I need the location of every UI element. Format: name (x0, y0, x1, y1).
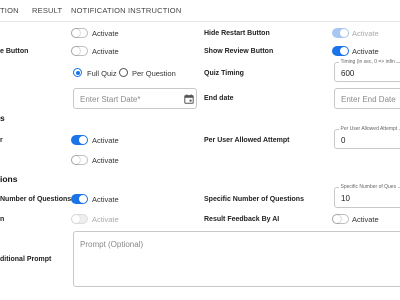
per-question-label: Per Question (132, 69, 176, 78)
calendar-icon[interactable] (184, 94, 194, 104)
additional-prompt-label: ditional Prompt (0, 256, 52, 263)
activate-label: Activate (92, 215, 119, 224)
questions-field-label: Specific Number of Ques (339, 184, 398, 190)
show-review-label: Show Review Button (204, 48, 274, 55)
section-heading: ions (0, 174, 18, 184)
tab-bar: TION RESULT NOTIFICATION INSTRUCTION (0, 0, 400, 22)
activate-label: Activate (92, 29, 119, 38)
activate-label: Activate (352, 29, 379, 38)
attempt-left-label: r (0, 137, 3, 144)
left-review-toggle[interactable] (71, 46, 88, 56)
left-row1-toggle[interactable] (71, 28, 88, 38)
activate-label: Activate (92, 195, 119, 204)
tab-instruction[interactable]: INSTRUCTION (128, 6, 181, 15)
activate-label: Activate (92, 136, 119, 145)
questions-field[interactable]: 10 (334, 187, 400, 208)
questions-value: 10 (341, 194, 350, 203)
end-date-label: End date (204, 95, 234, 102)
hide-restart-toggle[interactable] (332, 28, 349, 38)
activate-label: Activate (352, 47, 379, 56)
result-feedback-ai-label: Result Feedback By AI (204, 216, 280, 223)
start-date-placeholder: Enter Start Date* (80, 95, 141, 104)
tab-question[interactable]: TION (0, 6, 19, 15)
review-left-label: e Button (0, 48, 29, 55)
start-date-input[interactable]: Enter Start Date* (73, 88, 197, 109)
tab-notification[interactable]: NOTIFICATION (71, 6, 126, 15)
left-extra-toggle[interactable] (71, 155, 88, 165)
left-ai-toggle[interactable] (71, 214, 88, 224)
per-question-radio[interactable] (119, 68, 128, 77)
per-user-attempt-label: Per User Allowed Attempt (204, 137, 290, 144)
attempt-field-label: Per User Allowed Attempt (339, 126, 399, 132)
prompt-textarea[interactable]: Prompt (Optional) (73, 231, 400, 287)
activate-label: Activate (92, 156, 119, 165)
activate-label: Activate (92, 47, 119, 56)
left-attempt-toggle[interactable] (71, 135, 88, 145)
full-quiz-radio[interactable] (73, 68, 82, 77)
show-review-toggle[interactable] (332, 46, 349, 56)
result-feedback-ai-toggle[interactable] (332, 214, 349, 224)
quiz-timing-label: Quiz Timing (204, 70, 244, 77)
timing-field[interactable]: 600 (334, 62, 400, 82)
questions-left-label: Number of Questions (0, 196, 72, 203)
end-date-placeholder: Enter End Date (341, 95, 396, 104)
timing-field-label: Timing (in sec, 0 => infin (339, 59, 397, 65)
specific-questions-label: Specific Number of Questions (204, 196, 304, 203)
hide-restart-label: Hide Restart Button (204, 30, 270, 37)
attempt-value: 0 (341, 136, 346, 145)
prompt-placeholder: Prompt (Optional) (80, 240, 144, 249)
end-date-input[interactable]: Enter End Date (334, 88, 400, 109)
section-heading: s (0, 113, 5, 123)
attempt-field[interactable]: 0 (334, 129, 400, 149)
timing-value: 600 (341, 69, 355, 78)
tab-result[interactable]: RESULT (32, 6, 62, 15)
full-quiz-label: Full Quiz (87, 69, 117, 78)
activate-label: Activate (352, 215, 379, 224)
number-of-questions-toggle[interactable] (71, 194, 88, 204)
ai-left-label: n (0, 216, 5, 223)
